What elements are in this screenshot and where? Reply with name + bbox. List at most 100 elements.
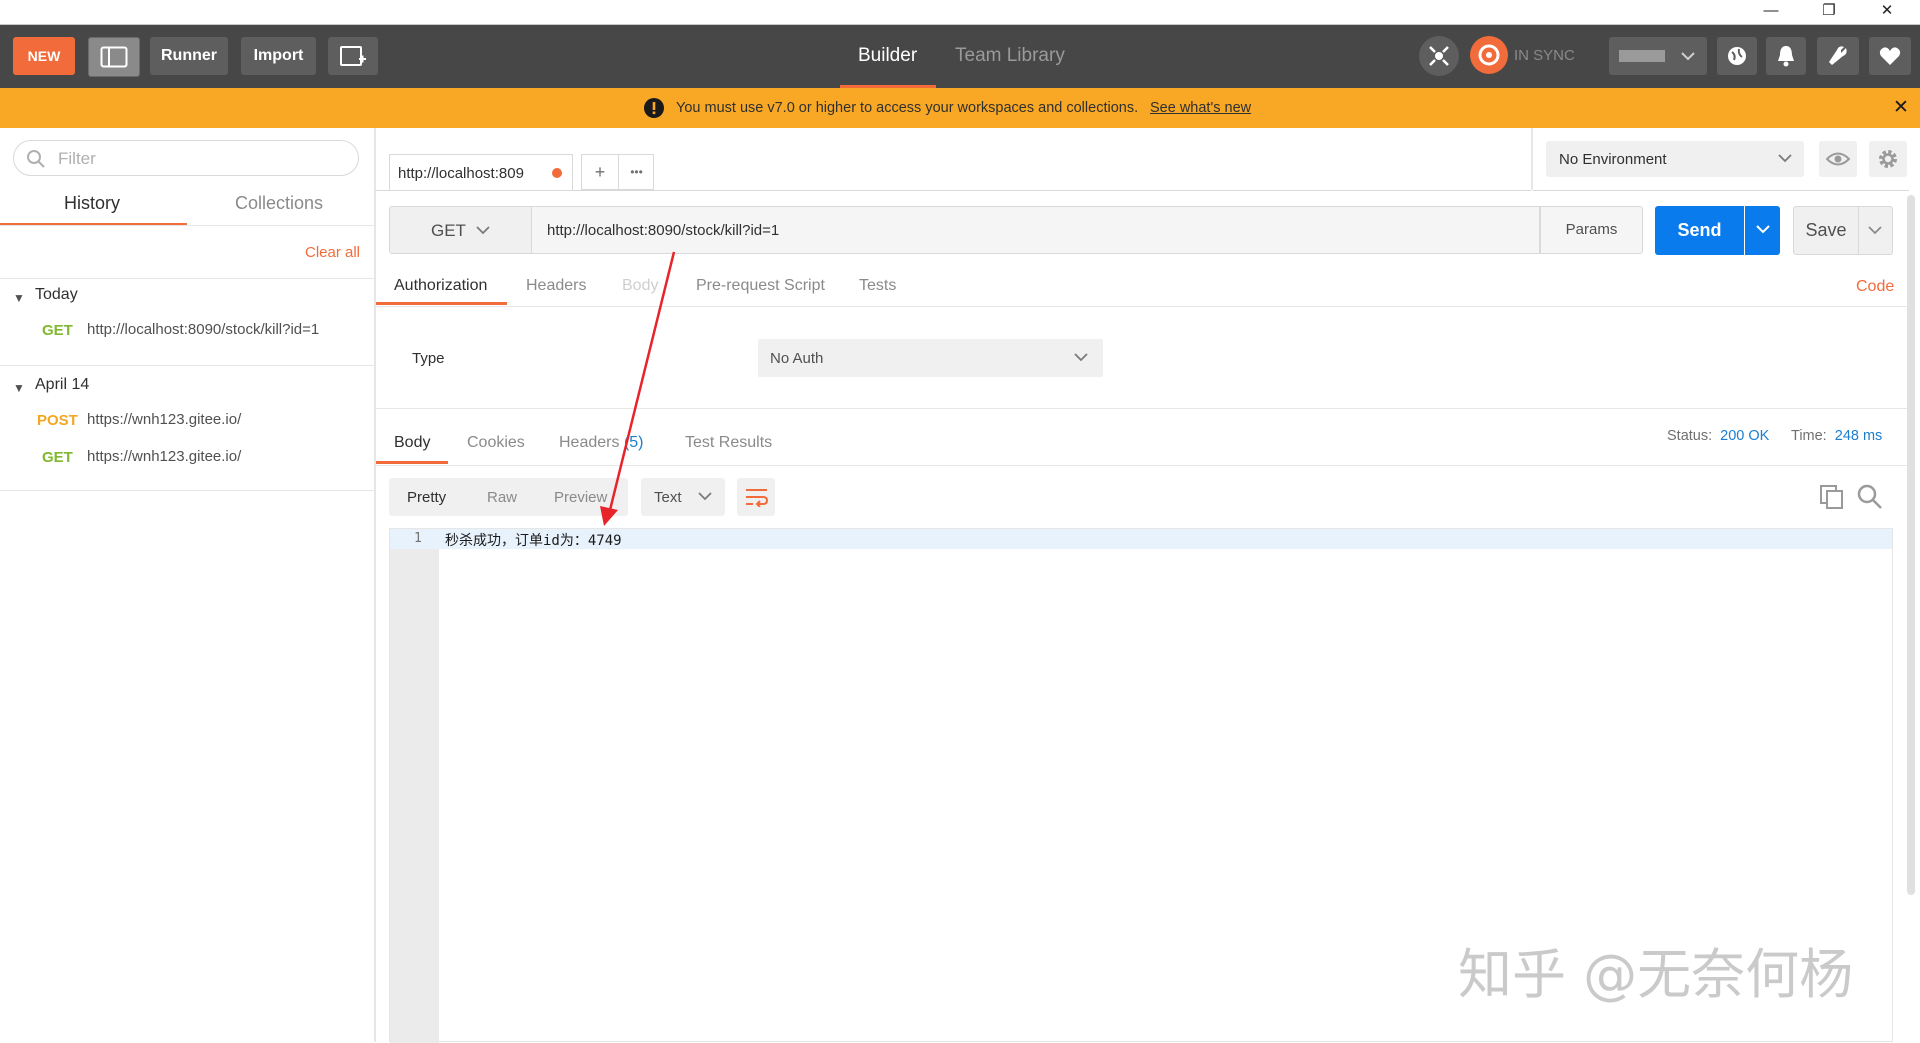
- method-select[interactable]: GET: [389, 206, 532, 254]
- new-window-button[interactable]: [328, 37, 378, 75]
- app-header: NEW Runner Import Builder Team Library I…: [0, 25, 1920, 88]
- filter-input[interactable]: Filter: [13, 140, 359, 176]
- favorite-button[interactable]: [1869, 37, 1911, 75]
- wrap-lines-button[interactable]: [737, 478, 775, 516]
- notifications-button[interactable]: [1766, 37, 1806, 75]
- status-value: 200 OK: [1720, 428, 1770, 444]
- history-item[interactable]: POST https://wnh123.gitee.io/: [0, 400, 374, 434]
- method-value: GET: [431, 221, 466, 240]
- history-item[interactable]: GET https://wnh123.gitee.io/: [0, 437, 374, 471]
- tab-headers[interactable]: Headers: [526, 277, 586, 295]
- settings-button[interactable]: [1817, 37, 1859, 75]
- send-button[interactable]: Send: [1655, 206, 1744, 255]
- banner-message: You must use v7.0 or higher to access yo…: [676, 100, 1139, 116]
- request-tab[interactable]: http://localhost:809: [389, 154, 573, 190]
- history-group-label[interactable]: April 14: [35, 376, 89, 394]
- tab-pre-request-script[interactable]: Pre-request Script: [696, 277, 825, 295]
- divider: [1533, 190, 1909, 191]
- tab-response-headers[interactable]: Headers (5): [559, 434, 644, 452]
- clear-all-button[interactable]: Clear all: [305, 244, 360, 261]
- tab-body: Body: [622, 277, 659, 294]
- runner-button[interactable]: Runner: [150, 37, 228, 75]
- tab-builder[interactable]: Builder: [858, 45, 917, 67]
- more-tabs-button[interactable]: •••: [619, 155, 654, 189]
- divider: [375, 408, 1908, 409]
- tab-history[interactable]: History: [64, 193, 120, 214]
- user-menu[interactable]: [1609, 37, 1707, 75]
- tab-test-results[interactable]: Test Results: [685, 434, 772, 452]
- search-icon: [1857, 484, 1882, 509]
- copy-response-button[interactable]: [1818, 483, 1846, 511]
- chevron-down-icon: [698, 492, 712, 501]
- tab-authorization[interactable]: Authorization: [394, 277, 487, 295]
- banner-close-button[interactable]: ✕: [1893, 96, 1909, 119]
- add-tab-button[interactable]: +: [582, 155, 619, 189]
- authorization-tab-indicator: [376, 302, 507, 305]
- wrench-icon: [1829, 46, 1847, 65]
- close-window-button[interactable]: ✕: [1864, 0, 1910, 24]
- send-options-button[interactable]: [1745, 206, 1780, 255]
- warning-icon: [644, 98, 664, 118]
- response-headers-count: (5): [623, 434, 644, 451]
- interceptor-button[interactable]: [1419, 36, 1459, 76]
- window-title-bar: — ❐ ✕: [0, 0, 1920, 25]
- divider: [375, 306, 1908, 307]
- history-group-label[interactable]: Today: [35, 286, 78, 304]
- auth-type-select[interactable]: No Auth: [758, 339, 1103, 377]
- history-item[interactable]: GET http://localhost:8090/stock/kill?id=…: [0, 310, 374, 346]
- caret-down-icon[interactable]: ▼: [13, 381, 25, 395]
- new-window-icon: [340, 46, 366, 66]
- minimize-button[interactable]: —: [1748, 0, 1794, 24]
- divider: [0, 225, 374, 226]
- tab-tests[interactable]: Tests: [859, 277, 896, 295]
- bell-icon: [1778, 46, 1794, 67]
- manage-environments-button[interactable]: [1869, 141, 1907, 177]
- tab-cookies[interactable]: Cookies: [467, 434, 525, 452]
- url-value: http://localhost:8090/stock/kill?id=1: [547, 222, 780, 239]
- tab-response-body[interactable]: Body: [394, 434, 430, 452]
- sidebar-toggle-icon: [100, 46, 128, 68]
- response-line-text: 秒杀成功，订单id为：4749: [445, 533, 622, 549]
- chevron-down-icon: [1868, 226, 1882, 235]
- wrap-lines-icon: [746, 489, 769, 507]
- method-label: GET: [42, 322, 73, 339]
- caret-down-icon[interactable]: ▼: [13, 291, 25, 305]
- eye-icon: [1826, 152, 1850, 166]
- divider: [1531, 128, 1533, 190]
- tab-team-library[interactable]: Team Library: [955, 45, 1065, 67]
- save-options-button[interactable]: [1859, 206, 1893, 255]
- tab-collections[interactable]: Collections: [235, 193, 323, 214]
- raw-button[interactable]: Raw: [487, 489, 517, 506]
- heart-icon: [1879, 47, 1901, 65]
- request-tab-title: http://localhost:809: [398, 165, 524, 182]
- main-scrollbar[interactable]: [1907, 195, 1915, 895]
- response-format-select[interactable]: Text: [641, 478, 725, 516]
- auth-type-label: Type: [412, 350, 445, 367]
- save-button[interactable]: Save: [1793, 206, 1859, 255]
- environment-select[interactable]: No Environment: [1546, 141, 1804, 177]
- chevron-down-icon: [1074, 353, 1088, 362]
- divider: [0, 490, 374, 491]
- url-input[interactable]: http://localhost:8090/stock/kill?id=1: [532, 206, 1540, 254]
- preview-button[interactable]: Preview: [554, 489, 607, 506]
- time-label: Time:: [1791, 428, 1827, 444]
- divider: [375, 190, 1531, 191]
- sidebar-toggle-button[interactable]: [88, 37, 140, 77]
- search-response-button[interactable]: [1856, 483, 1884, 511]
- code-link[interactable]: Code: [1856, 278, 1894, 296]
- whats-new-link[interactable]: See what's new: [1150, 100, 1251, 116]
- import-button[interactable]: Import: [241, 37, 316, 75]
- api-network-button[interactable]: [1717, 37, 1757, 75]
- restore-button[interactable]: ❐: [1806, 0, 1852, 24]
- line-number: 1: [414, 531, 422, 546]
- environment-quicklook-button[interactable]: [1819, 141, 1857, 177]
- tab-actions: + •••: [581, 154, 654, 190]
- chevron-down-icon: [1756, 225, 1770, 234]
- params-button[interactable]: Params: [1540, 206, 1643, 254]
- sync-status-button[interactable]: [1470, 36, 1508, 74]
- new-button[interactable]: NEW: [13, 37, 75, 75]
- divider: [0, 278, 374, 279]
- filter-placeholder: Filter: [58, 149, 96, 168]
- response-headers-label: Headers: [559, 434, 620, 451]
- pretty-button[interactable]: Pretty: [407, 489, 446, 506]
